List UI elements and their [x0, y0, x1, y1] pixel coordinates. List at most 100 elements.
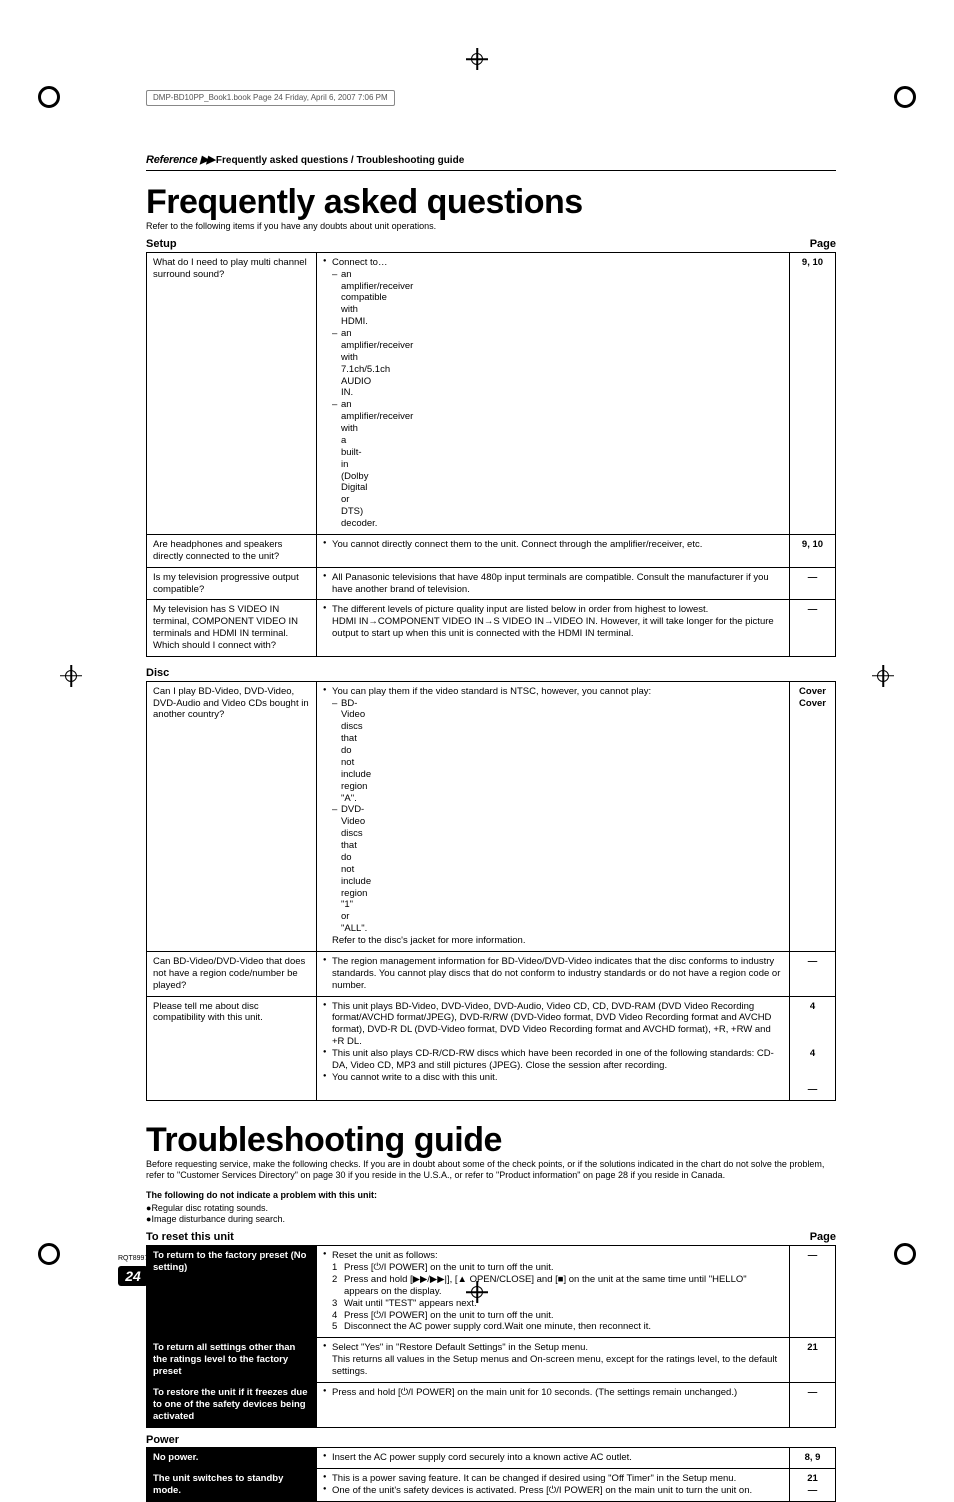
section-label: Setup	[146, 238, 177, 252]
faq-answer: This unit plays BD-Video, DVD-Video, DVD…	[317, 996, 790, 1101]
answer-lead: You can play them if the video standard …	[323, 686, 783, 698]
section-head-disc: Disc	[146, 667, 836, 681]
faq-title: Frequently asked questions	[146, 185, 836, 219]
answer-lead: Connect to…	[323, 257, 783, 269]
table-row: Can BD-Video/DVD-Video that does not hav…	[147, 951, 836, 996]
reg-cross-top	[468, 50, 486, 68]
trouble-answer: This is a power saving feature. It can b…	[317, 1469, 790, 1502]
page-number: 24	[118, 1266, 148, 1287]
answer-item: This is a power saving feature. It can b…	[323, 1473, 783, 1485]
rqt-code: RQT8997	[118, 1255, 168, 1264]
faq-page: 9, 10	[790, 252, 836, 534]
step: Press [⏻/I POWER] on the unit to turn of…	[344, 1262, 554, 1273]
table-row: Are headphones and speakers directly con…	[147, 534, 836, 567]
trouble-answer: Insert the AC power supply cord securely…	[317, 1448, 790, 1469]
book-header: DMP-BD10PP_Book1.book Page 24 Friday, Ap…	[146, 90, 395, 106]
faq-page: 4 4 —	[790, 996, 836, 1101]
answer-sub: an amplifier/receiver compatible with HD…	[332, 269, 341, 328]
reg-cross-right	[874, 667, 892, 685]
faq-question: Is my television progressive output comp…	[147, 567, 317, 600]
answer-sub: BD-Video discs that do not include regio…	[332, 698, 341, 805]
trouble-answer: Reset the unit as follows: 1Press [⏻/I P…	[317, 1246, 790, 1338]
faq-question: Are headphones and speakers directly con…	[147, 534, 317, 567]
trouble-warn-head: The following do not indicate a problem …	[146, 1190, 836, 1201]
section-label: To reset this unit	[146, 1231, 234, 1245]
table-row: To return all settings other than the ra…	[147, 1338, 836, 1383]
faq-table-setup: What do I need to play multi channel sur…	[146, 252, 836, 657]
table-row: What do I need to play multi channel sur…	[147, 252, 836, 534]
trouble-page: 21	[790, 1338, 836, 1383]
answer-sub: DVD-Video discs that do not include regi…	[332, 804, 341, 935]
answer-line: Select "Yes" in "Restore Default Setting…	[332, 1342, 588, 1353]
step: Press and hold [▶▶/▶▶|], [▲ OPEN/CLOSE] …	[344, 1274, 747, 1297]
faq-question: What do I need to play multi channel sur…	[147, 252, 317, 534]
answer-item: One of the unit's safety devices is acti…	[323, 1485, 783, 1497]
faq-answer: All Panasonic televisions that have 480p…	[317, 567, 790, 600]
section-label: Disc	[146, 667, 169, 681]
faq-page: —	[790, 567, 836, 600]
table-row: To restore the unit if it freezes due to…	[147, 1382, 836, 1427]
trouble-question: To return to the factory preset (No sett…	[147, 1246, 317, 1338]
trouble-title: Troubleshooting guide	[146, 1123, 836, 1157]
faq-page: 9, 10	[790, 534, 836, 567]
trouble-table-reset: To return to the factory preset (No sett…	[146, 1245, 836, 1427]
answer-item: This unit plays BD-Video, DVD-Video, DVD…	[323, 1001, 783, 1049]
section-label: Power	[146, 1434, 179, 1448]
table-row: The unit switches to standby mode. This …	[147, 1469, 836, 1502]
reference-arrows: ▶▶	[200, 154, 213, 166]
reg-cross-left	[62, 667, 80, 685]
book-header-row: DMP-BD10PP_Book1.book Page 24 Friday, Ap…	[146, 90, 836, 106]
reference-label: Reference	[146, 154, 197, 166]
faq-question: Can I play BD-Video, DVD-Video, DVD-Audi…	[147, 681, 317, 951]
page-badge: RQT8997 24	[118, 1255, 168, 1286]
faq-page: Cover Cover	[790, 681, 836, 951]
answer-sub: an amplifier/receiver with a built-in (D…	[332, 399, 341, 530]
trouble-question: The unit switches to standby mode.	[147, 1469, 317, 1502]
faq-question: My television has S VIDEO IN terminal, C…	[147, 600, 317, 657]
table-row: To return to the factory preset (No sett…	[147, 1246, 836, 1338]
answer-sub: an amplifier/receiver with 7.1ch/5.1ch A…	[332, 328, 341, 399]
trouble-page: 21 —	[790, 1469, 836, 1502]
trouble-intro: Before requesting service, make the foll…	[146, 1159, 836, 1182]
trouble-page: 8, 9	[790, 1448, 836, 1469]
faq-question: Can BD-Video/DVD-Video that does not hav…	[147, 951, 317, 996]
answer-item: This unit also plays CD-R/CD-RW discs wh…	[323, 1048, 783, 1072]
faq-page: —	[790, 951, 836, 996]
section-head-reset: To reset this unit Page	[146, 1231, 836, 1245]
table-row: Please tell me about disc compatibility …	[147, 996, 836, 1101]
faq-question: Please tell me about disc compatibility …	[147, 996, 317, 1101]
faq-answer: Connect to… an amplifier/receiver compat…	[317, 252, 790, 534]
answer-line: HDMI IN→COMPONENT VIDEO IN→S VIDEO IN→VI…	[332, 616, 774, 639]
trouble-answer: Select "Yes" in "Restore Default Setting…	[317, 1338, 790, 1383]
table-row: My television has S VIDEO IN terminal, C…	[147, 600, 836, 657]
faq-page: —	[790, 600, 836, 657]
answer-line: This returns all values in the Setup men…	[332, 1354, 777, 1377]
reference-subtitle: Frequently asked questions / Troubleshoo…	[216, 155, 464, 166]
trouble-page: —	[790, 1382, 836, 1427]
page-header-label: Page	[810, 238, 836, 252]
step: Press [⏻/I POWER] on the unit to turn of…	[344, 1310, 554, 1321]
trouble-warn-item: ●Image disturbance during search.	[146, 1214, 836, 1225]
trouble-table-power: No power. Insert the AC power supply cor…	[146, 1447, 836, 1502]
faq-intro: Refer to the following items if you have…	[146, 221, 836, 232]
trouble-answer: Press and hold [⏻/I POWER] on the main u…	[317, 1382, 790, 1427]
reg-ring-top-left	[38, 86, 60, 108]
section-head-setup: Setup Page	[146, 238, 836, 252]
faq-answer: The different levels of picture quality …	[317, 600, 790, 657]
trouble-question: To return all settings other than the ra…	[147, 1338, 317, 1383]
table-row: Is my television progressive output comp…	[147, 567, 836, 600]
step: Wait until "TEST" appears next.	[344, 1298, 477, 1309]
trouble-warn-item: ●Regular disc rotating sounds.	[146, 1203, 836, 1214]
faq-answer: You can play them if the video standard …	[317, 681, 790, 951]
answer-line: The different levels of picture quality …	[332, 604, 708, 615]
answer-tail: Refer to the disc's jacket for more info…	[323, 935, 783, 947]
section-head-power: Power	[146, 1434, 836, 1448]
step: Disconnect the AC power supply cord.Wait…	[344, 1321, 651, 1332]
trouble-question: To restore the unit if it freezes due to…	[147, 1382, 317, 1427]
reg-ring-top-right	[894, 86, 916, 108]
table-row: Can I play BD-Video, DVD-Video, DVD-Audi…	[147, 681, 836, 951]
answer-lead: Reset the unit as follows:	[323, 1250, 783, 1262]
trouble-question: No power.	[147, 1448, 317, 1469]
reference-bar: Reference ▶▶ Frequently asked questions …	[146, 154, 836, 171]
page-content: DMP-BD10PP_Book1.book Page 24 Friday, Ap…	[146, 90, 836, 1502]
